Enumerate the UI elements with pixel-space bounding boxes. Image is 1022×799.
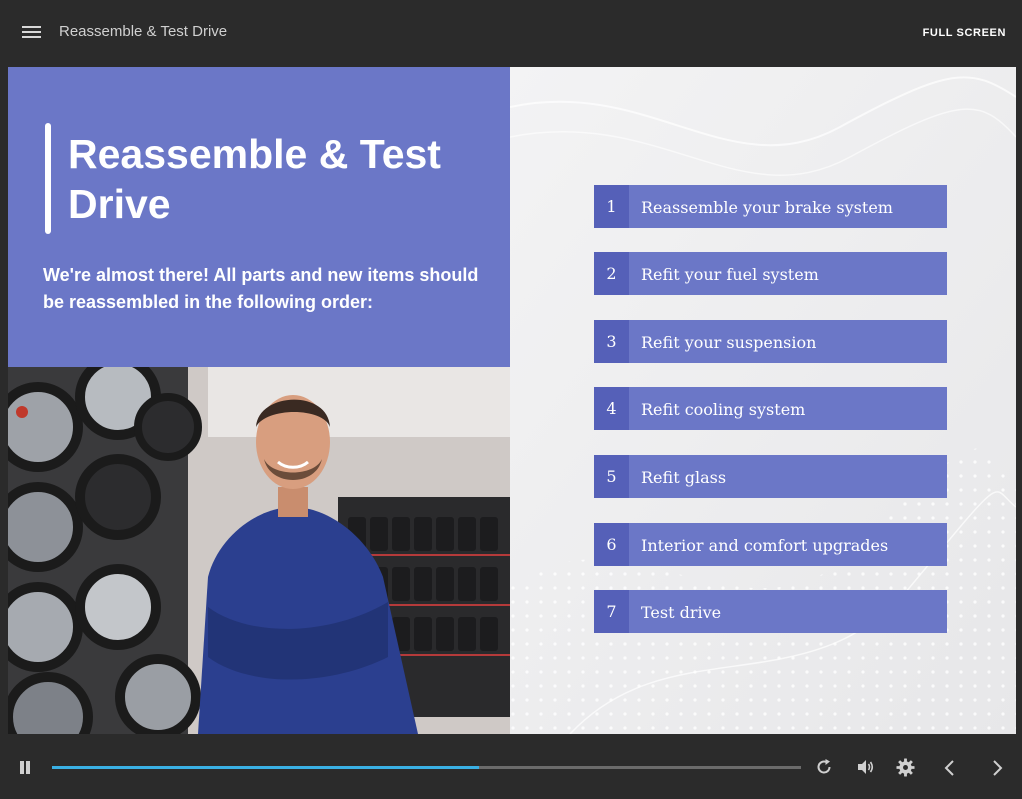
chevron-right-icon[interactable] bbox=[990, 759, 1004, 777]
title-accent-bar bbox=[45, 123, 51, 234]
replay-icon[interactable] bbox=[815, 758, 833, 776]
mechanic-image bbox=[8, 367, 510, 734]
step-number: 2 bbox=[594, 252, 629, 295]
step-number: 4 bbox=[594, 387, 629, 430]
volume-icon[interactable] bbox=[856, 758, 876, 776]
player-controls bbox=[0, 734, 1022, 799]
list-item: 6 Interior and comfort upgrades bbox=[594, 523, 947, 566]
progress-fill bbox=[52, 766, 479, 769]
top-bar: Reassemble & Test Drive FULL SCREEN bbox=[0, 0, 1022, 67]
step-label: Reassemble your brake system bbox=[641, 198, 893, 217]
full-screen-button[interactable]: FULL SCREEN bbox=[923, 27, 1006, 39]
menu-icon[interactable] bbox=[22, 25, 41, 39]
list-item: 1 Reassemble your brake system bbox=[594, 185, 947, 228]
list-item: 3 Refit your suspension bbox=[594, 320, 947, 363]
slide-subtitle: We're almost there! All parts and new it… bbox=[43, 265, 479, 312]
course-title: Reassemble & Test Drive bbox=[59, 23, 228, 40]
gear-icon[interactable] bbox=[896, 758, 915, 777]
list-item: 5 Refit glass bbox=[594, 455, 947, 498]
list-item: 2 Refit your fuel system bbox=[594, 252, 947, 295]
chevron-left-icon[interactable] bbox=[943, 759, 957, 777]
list-item: 4 Refit cooling system bbox=[594, 387, 947, 430]
mechanic-photo bbox=[8, 367, 510, 734]
pause-icon[interactable] bbox=[19, 761, 31, 774]
slide-title: Reassemble & Test Drive bbox=[68, 131, 441, 227]
step-label: Interior and comfort upgrades bbox=[641, 536, 889, 555]
list-item: 7 Test drive bbox=[594, 590, 947, 633]
step-number: 3 bbox=[594, 320, 629, 363]
step-label: Refit glass bbox=[641, 468, 727, 487]
step-number: 1 bbox=[594, 185, 629, 228]
step-label: Refit your suspension bbox=[641, 333, 817, 352]
step-number: 7 bbox=[594, 590, 629, 633]
step-label: Refit cooling system bbox=[641, 400, 806, 419]
step-label: Test drive bbox=[641, 603, 722, 622]
title-panel: Reassemble & Test Drive We're almost the… bbox=[8, 67, 510, 367]
progress-bar[interactable] bbox=[52, 766, 801, 769]
slide: Reassemble & Test Drive We're almost the… bbox=[8, 67, 1016, 734]
step-label: Refit your fuel system bbox=[641, 265, 819, 284]
step-number: 6 bbox=[594, 523, 629, 566]
step-number: 5 bbox=[594, 455, 629, 498]
